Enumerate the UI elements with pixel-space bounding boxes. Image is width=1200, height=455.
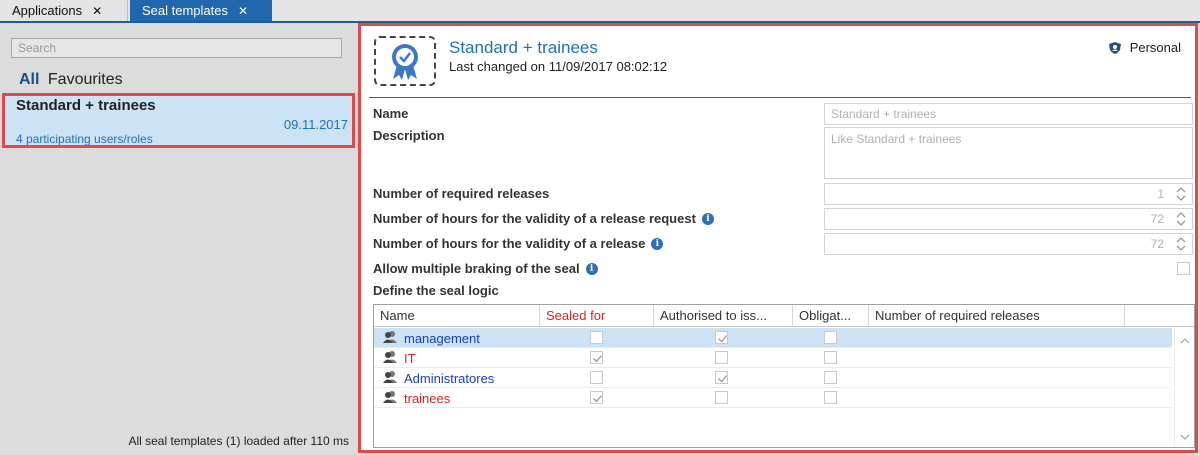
table-row[interactable]: Administratores — [374, 368, 1172, 388]
allow-multiple-label: Allow multiple braking of the seal i — [373, 261, 598, 276]
template-name: Standard + trainees — [16, 97, 156, 114]
shield-icon — [1108, 41, 1121, 54]
row-name-text: Administratores — [404, 371, 495, 386]
allow-multiple-label-text: Allow multiple braking of the seal — [373, 261, 580, 276]
info-icon[interactable]: i — [651, 237, 664, 250]
row-name: trainees — [382, 390, 450, 407]
hours-release-label-text: Number of hours for the validity of a re… — [373, 236, 646, 251]
hours-request-stepper[interactable]: 72 — [824, 208, 1193, 230]
description-label: Description — [373, 128, 445, 143]
spin-icon[interactable] — [1175, 211, 1187, 227]
allow-multiple-checkbox[interactable] — [1177, 262, 1190, 275]
row-name: management — [382, 330, 480, 347]
close-icon[interactable]: ✕ — [92, 4, 102, 18]
required-releases-value: 1 — [1157, 187, 1164, 201]
row-name-text: IT — [404, 351, 416, 366]
participants-link[interactable]: 4 participating users/roles — [16, 132, 153, 146]
obligatory-checkbox[interactable] — [824, 391, 837, 404]
spin-icon[interactable] — [1175, 186, 1187, 202]
status-text: All seal templates (1) loaded after 110 … — [128, 434, 349, 448]
grid-scrollbar[interactable] — [1174, 327, 1194, 447]
filter-favourites[interactable]: Favourites — [48, 71, 123, 88]
description-field[interactable]: Like Standard + trainees — [824, 127, 1193, 179]
hours-request-label-text: Number of hours for the validity of a re… — [373, 211, 696, 226]
grid-header: Name Sealed for Authorised to iss... Obl… — [374, 305, 1194, 327]
sealed-for-checkbox[interactable] — [590, 391, 603, 404]
column-header-name[interactable]: Name — [374, 305, 540, 327]
seal-logic-label: Define the seal logic — [373, 283, 499, 298]
hours-release-stepper[interactable]: 72 — [824, 233, 1193, 255]
obligatory-checkbox[interactable] — [824, 331, 837, 344]
table-row[interactable]: management — [374, 328, 1172, 348]
row-name: IT — [382, 350, 416, 367]
row-name: Administratores — [382, 370, 494, 387]
last-changed-text: Last changed on 11/09/2017 08:02:12 — [449, 59, 668, 74]
row-name-text: management — [404, 331, 480, 346]
hours-release-label: Number of hours for the validity of a re… — [373, 236, 664, 251]
tab-seal-templates[interactable]: Seal templates ✕ — [130, 0, 272, 21]
spin-icon[interactable] — [1175, 236, 1187, 252]
header-divider — [369, 97, 1191, 98]
table-row[interactable]: IT — [374, 348, 1172, 368]
chevron-down-icon[interactable] — [1175, 429, 1195, 445]
authorised-checkbox[interactable] — [715, 371, 728, 384]
search-input[interactable]: Search — [11, 38, 342, 58]
required-releases-stepper[interactable]: 1 — [824, 183, 1193, 205]
hours-request-value: 72 — [1150, 212, 1164, 226]
name-label-text: Name — [373, 106, 409, 121]
template-detail-pane: Standard + trainees Last changed on 11/0… — [358, 23, 1198, 453]
user-group-icon — [382, 350, 398, 367]
tab-seal-templates-label: Seal templates — [142, 3, 228, 18]
seal-badge-icon — [374, 36, 436, 86]
user-group-icon — [382, 330, 398, 347]
info-icon[interactable]: i — [585, 262, 598, 275]
sealed-for-checkbox[interactable] — [590, 331, 603, 344]
seal-logic-label-text: Define the seal logic — [373, 283, 499, 298]
table-row[interactable]: trainees — [374, 388, 1172, 408]
close-icon[interactable]: ✕ — [238, 4, 248, 18]
page-title: Standard + trainees — [449, 38, 598, 57]
filter-all[interactable]: All — [19, 71, 39, 88]
obligatory-checkbox[interactable] — [824, 351, 837, 364]
obligatory-checkbox[interactable] — [824, 371, 837, 384]
authorised-checkbox[interactable] — [715, 331, 728, 344]
scope-indicator: Personal — [1108, 40, 1181, 55]
scope-label: Personal — [1129, 40, 1181, 55]
authorised-checkbox[interactable] — [715, 391, 728, 404]
authorised-checkbox[interactable] — [715, 351, 728, 364]
column-header-authorised[interactable]: Authorised to iss... — [654, 305, 793, 327]
list-item[interactable]: Standard + trainees 09.11.2017 4 partici… — [2, 93, 355, 148]
template-date: 09.11.2017 — [283, 117, 348, 132]
filter-bar: All Favourites — [19, 71, 123, 89]
seal-logic-grid: Name Sealed for Authorised to iss... Obl… — [373, 304, 1195, 448]
column-header-required-releases[interactable]: Number of required releases — [869, 305, 1125, 327]
required-releases-label-text: Number of required releases — [373, 186, 550, 201]
user-group-icon — [382, 390, 398, 407]
column-header-obligatory[interactable]: Obligat... — [793, 305, 869, 327]
info-icon[interactable]: i — [701, 212, 714, 225]
description-label-text: Description — [373, 128, 445, 143]
row-name-text: trainees — [404, 391, 451, 406]
template-list-pane: Search All Favourites Standard + trainee… — [0, 23, 357, 455]
tab-bar: Applications ✕ Seal templates ✕ — [0, 0, 1200, 23]
hours-release-value: 72 — [1150, 237, 1164, 251]
hours-request-label: Number of hours for the validity of a re… — [373, 211, 714, 226]
tab-applications-label: Applications — [12, 3, 83, 18]
name-field[interactable]: Standard + trainees — [824, 103, 1193, 125]
chevron-up-icon[interactable] — [1175, 333, 1195, 349]
tab-applications[interactable]: Applications ✕ — [0, 0, 128, 21]
required-releases-label: Number of required releases — [373, 186, 549, 201]
user-group-icon — [382, 370, 398, 387]
name-label: Name — [373, 106, 408, 121]
sealed-for-checkbox[interactable] — [590, 371, 603, 384]
sealed-for-checkbox[interactable] — [590, 351, 603, 364]
column-header-sealed-for[interactable]: Sealed for — [540, 305, 654, 327]
